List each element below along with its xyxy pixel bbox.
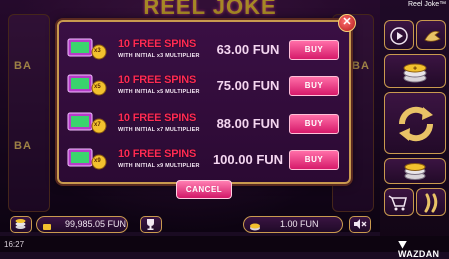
volatility-button[interactable] [416,188,446,216]
offer-row: x5 10 FREE SPINS WITH INITIAL x5 MULTIPL… [66,72,339,100]
cart-icon [388,195,407,211]
menu-icon [15,219,26,229]
free-spins-icon [67,112,107,134]
buy-button[interactable]: BUY [289,114,339,134]
close-button[interactable]: ✕ [338,14,356,32]
balance-value: 99,985.05 FUN [65,219,127,229]
game-title: Reel Joke™ [408,1,447,8]
offer-subtitle: WITH INITIAL x9 MULTIPLIER [118,163,200,169]
buy-button[interactable]: BUY [289,40,339,60]
trophy-button[interactable] [140,216,162,233]
offer-subtitle: WITH INITIAL x5 MULTIPLIER [118,89,200,95]
close-icon: ✕ [342,16,352,28]
multiplier-badge: x5 [94,84,101,90]
bet-coin-icon [249,219,261,237]
offer-title: 10 FREE SPINS [118,38,197,50]
offer-row: x3 10 FREE SPINS WITH INITIAL x3 MULTIPL… [66,36,339,64]
bet-button[interactable] [384,158,446,184]
brand-logo: WAZDAN [398,239,449,259]
cancel-button[interactable]: CANCEL [176,180,232,199]
offer-price: 88.00 FUN [216,116,280,131]
spin-icon [398,106,434,142]
sound-button[interactable] [349,216,371,233]
wallet-icon [42,219,52,237]
brand-mark-icon [398,240,407,249]
turbo-button[interactable] [416,20,446,50]
multiplier-badge: x7 [94,122,101,128]
buy-button[interactable]: BUY [289,76,339,96]
buy-button[interactable]: BUY [289,150,339,170]
offer-price: 63.00 FUN [216,42,280,57]
turbo-icon [424,30,441,42]
offer-price: 75.00 FUN [216,78,280,93]
offer-title: 10 FREE SPINS [118,74,197,86]
bet-coins-icon [404,163,426,180]
offer-row: x7 10 FREE SPINS WITH INITIAL x7 MULTIPL… [66,110,339,138]
trophy-icon [147,219,154,230]
bet-display[interactable]: 1.00 FUN [243,216,343,233]
coins-button[interactable]: + [384,54,446,88]
autoplay-icon [390,27,408,45]
menu-button[interactable] [10,216,32,233]
bet-value: 1.00 FUN [280,219,319,229]
offer-price: 100.00 FUN [212,152,284,167]
free-spins-icon [67,74,107,96]
offer-row: x9 10 FREE SPINS WITH INITIAL x9 MULTIPL… [66,146,339,174]
offer-subtitle: WITH INITIAL x3 MULTIPLIER [118,53,200,59]
clock: 16:27 [4,240,25,249]
autoplay-button[interactable] [384,20,414,50]
coins-icon: + [403,63,427,83]
multiplier-badge: x3 [94,48,101,54]
chili-icon [424,193,438,213]
status-bar [0,236,449,252]
free-spins-icon [67,38,107,60]
sound-icon [354,219,367,229]
svg-text:+: + [413,66,417,73]
offer-title: 10 FREE SPINS [118,148,197,160]
brand-name: WAZDAN [398,249,440,259]
free-spins-icon [67,148,107,170]
offer-subtitle: WITH INITIAL x7 MULTIPLIER [118,127,200,133]
buy-feature-button[interactable] [384,188,414,216]
multiplier-badge: x9 [94,158,101,164]
balance-display: 99,985.05 FUN [36,216,128,233]
offer-title: 10 FREE SPINS [118,112,197,124]
spin-button[interactable] [384,92,446,154]
